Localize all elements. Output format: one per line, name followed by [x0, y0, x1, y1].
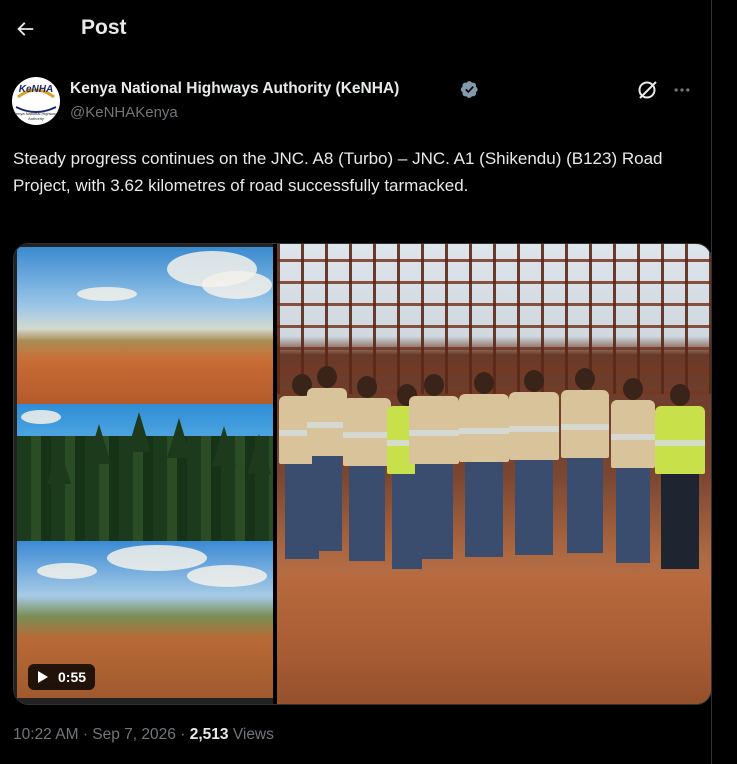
media-grid: 0:55: [13, 243, 712, 705]
avatar-logo-text: KeNHA: [18, 84, 54, 95]
page-title: Post: [81, 16, 127, 39]
grok-button[interactable]: [636, 78, 662, 102]
post-time[interactable]: 10:22 AM: [13, 726, 79, 743]
arrow-left-icon: [17, 22, 34, 36]
play-icon: [38, 671, 48, 683]
author-handle[interactable]: @KeNHAKenya: [70, 104, 178, 121]
verified-badge-icon: [460, 81, 478, 98]
views-label: Views: [232, 726, 274, 743]
post-date[interactable]: Sep 7, 2026: [92, 726, 176, 743]
video-frame-road: [17, 247, 273, 404]
meta-separator: ·: [82, 726, 88, 743]
grok-icon: [638, 81, 657, 99]
back-button[interactable]: [8, 12, 42, 46]
ground: [277, 574, 711, 704]
video-frame-forest: [17, 404, 273, 541]
group-of-people: [277, 364, 711, 584]
author-name[interactable]: Kenya National Highways Authority (KeNHA…: [70, 80, 399, 98]
video-duration-badge[interactable]: 0:55: [28, 664, 96, 690]
video-duration: 0:55: [58, 669, 87, 685]
post-text: Steady progress continues on the JNC. A8…: [13, 149, 663, 195]
avatar-logo-subtext: Kenya National Highways Authority: [13, 111, 59, 121]
header: Post: [0, 0, 711, 58]
meta-separator: ·: [180, 726, 186, 743]
more-button[interactable]: [670, 78, 694, 102]
post-meta: 10:22 AM · Sep 7, 2026 · 2,513 Views: [13, 726, 274, 744]
avatar[interactable]: KeNHA Kenya National Highways Authority: [12, 77, 60, 125]
views-count: 2,513: [189, 726, 229, 743]
more-horizontal-icon: [674, 88, 690, 92]
photo-team-at-site[interactable]: [277, 244, 711, 704]
video-thumbnail[interactable]: 0:55: [14, 244, 273, 704]
